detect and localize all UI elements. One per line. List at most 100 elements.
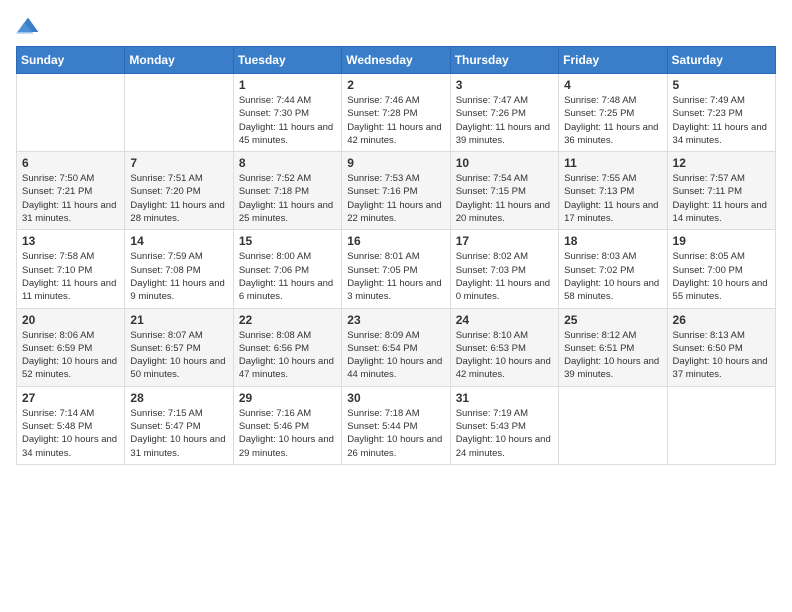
day-info: Sunrise: 7:52 AM Sunset: 7:18 PM Dayligh… (239, 172, 336, 225)
page-header (16, 16, 776, 36)
calendar-cell: 11 Sunrise: 7:55 AM Sunset: 7:13 PM Dayli… (559, 152, 667, 230)
calendar-cell: 25 Sunrise: 8:12 AM Sunset: 6:51 PM Dayli… (559, 308, 667, 386)
day-info: Sunrise: 8:06 AM Sunset: 6:59 PM Dayligh… (22, 329, 119, 382)
day-number: 19 (673, 234, 770, 248)
calendar-week-4: 20 Sunrise: 8:06 AM Sunset: 6:59 PM Dayli… (17, 308, 776, 386)
calendar-week-3: 13 Sunrise: 7:58 AM Sunset: 7:10 PM Dayli… (17, 230, 776, 308)
calendar-cell: 12 Sunrise: 7:57 AM Sunset: 7:11 PM Dayli… (667, 152, 775, 230)
calendar-cell: 17 Sunrise: 8:02 AM Sunset: 7:03 PM Dayli… (450, 230, 558, 308)
day-number: 13 (22, 234, 119, 248)
day-info: Sunrise: 8:00 AM Sunset: 7:06 PM Dayligh… (239, 250, 336, 303)
calendar-cell: 3 Sunrise: 7:47 AM Sunset: 7:26 PM Daylig… (450, 74, 558, 152)
day-number: 24 (456, 313, 553, 327)
day-number: 12 (673, 156, 770, 170)
logo (16, 16, 44, 36)
day-info: Sunrise: 8:10 AM Sunset: 6:53 PM Dayligh… (456, 329, 553, 382)
day-number: 14 (130, 234, 227, 248)
calendar-cell: 23 Sunrise: 8:09 AM Sunset: 6:54 PM Dayli… (342, 308, 450, 386)
calendar-cell: 13 Sunrise: 7:58 AM Sunset: 7:10 PM Dayli… (17, 230, 125, 308)
weekday-header-wednesday: Wednesday (342, 47, 450, 74)
day-number: 27 (22, 391, 119, 405)
calendar-cell: 2 Sunrise: 7:46 AM Sunset: 7:28 PM Daylig… (342, 74, 450, 152)
day-number: 8 (239, 156, 336, 170)
weekday-header-tuesday: Tuesday (233, 47, 341, 74)
calendar-cell: 1 Sunrise: 7:44 AM Sunset: 7:30 PM Daylig… (233, 74, 341, 152)
calendar-table: SundayMondayTuesdayWednesdayThursdayFrid… (16, 46, 776, 465)
day-info: Sunrise: 7:44 AM Sunset: 7:30 PM Dayligh… (239, 94, 336, 147)
day-number: 6 (22, 156, 119, 170)
calendar-week-1: 1 Sunrise: 7:44 AM Sunset: 7:30 PM Daylig… (17, 74, 776, 152)
day-number: 28 (130, 391, 227, 405)
day-number: 1 (239, 78, 336, 92)
day-number: 11 (564, 156, 661, 170)
weekday-header-saturday: Saturday (667, 47, 775, 74)
calendar-cell: 21 Sunrise: 8:07 AM Sunset: 6:57 PM Dayli… (125, 308, 233, 386)
day-info: Sunrise: 7:16 AM Sunset: 5:46 PM Dayligh… (239, 407, 336, 460)
day-info: Sunrise: 7:55 AM Sunset: 7:13 PM Dayligh… (564, 172, 661, 225)
weekday-header-sunday: Sunday (17, 47, 125, 74)
day-number: 29 (239, 391, 336, 405)
day-number: 23 (347, 313, 444, 327)
calendar-cell: 27 Sunrise: 7:14 AM Sunset: 5:48 PM Dayli… (17, 386, 125, 464)
calendar-cell: 4Sunrise: 7:48 AM Sunset: 7:25 PM Daylig… (559, 74, 667, 152)
day-info: Sunrise: 8:03 AM Sunset: 7:02 PM Dayligh… (564, 250, 661, 303)
day-info: Sunrise: 7:14 AM Sunset: 5:48 PM Dayligh… (22, 407, 119, 460)
day-info: Sunrise: 7:59 AM Sunset: 7:08 PM Dayligh… (130, 250, 227, 303)
day-info: Sunrise: 7:46 AM Sunset: 7:28 PM Dayligh… (347, 94, 444, 147)
calendar-cell: 20 Sunrise: 8:06 AM Sunset: 6:59 PM Dayli… (17, 308, 125, 386)
day-number: 9 (347, 156, 444, 170)
day-info: Sunrise: 7:18 AM Sunset: 5:44 PM Dayligh… (347, 407, 444, 460)
calendar-cell: 24 Sunrise: 8:10 AM Sunset: 6:53 PM Dayli… (450, 308, 558, 386)
day-number: 5 (673, 78, 770, 92)
calendar-cell: 28 Sunrise: 7:15 AM Sunset: 5:47 PM Dayli… (125, 386, 233, 464)
day-number: 30 (347, 391, 444, 405)
day-number: 21 (130, 313, 227, 327)
day-info: Sunrise: 7:51 AM Sunset: 7:20 PM Dayligh… (130, 172, 227, 225)
day-info: Sunrise: 7:49 AM Sunset: 7:23 PM Dayligh… (673, 94, 770, 147)
day-info: Sunrise: 8:05 AM Sunset: 7:00 PM Dayligh… (673, 250, 770, 303)
calendar-cell: 7 Sunrise: 7:51 AM Sunset: 7:20 PM Daylig… (125, 152, 233, 230)
day-info: Sunrise: 7:58 AM Sunset: 7:10 PM Dayligh… (22, 250, 119, 303)
calendar-cell: 14 Sunrise: 7:59 AM Sunset: 7:08 PM Dayli… (125, 230, 233, 308)
logo-icon (16, 16, 40, 36)
calendar-cell (125, 74, 233, 152)
day-number: 22 (239, 313, 336, 327)
day-info: Sunrise: 7:57 AM Sunset: 7:11 PM Dayligh… (673, 172, 770, 225)
day-info: Sunrise: 8:01 AM Sunset: 7:05 PM Dayligh… (347, 250, 444, 303)
weekday-header-monday: Monday (125, 47, 233, 74)
day-number: 17 (456, 234, 553, 248)
day-number: 26 (673, 313, 770, 327)
calendar-cell: 22 Sunrise: 8:08 AM Sunset: 6:56 PM Dayli… (233, 308, 341, 386)
day-info: Sunrise: 7:15 AM Sunset: 5:47 PM Dayligh… (130, 407, 227, 460)
calendar-cell: 18 Sunrise: 8:03 AM Sunset: 7:02 PM Dayli… (559, 230, 667, 308)
calendar-cell: 5 Sunrise: 7:49 AM Sunset: 7:23 PM Daylig… (667, 74, 775, 152)
calendar-cell: 9Sunrise: 7:53 AM Sunset: 7:16 PM Daylig… (342, 152, 450, 230)
day-info: Sunrise: 8:08 AM Sunset: 6:56 PM Dayligh… (239, 329, 336, 382)
day-number: 4 (564, 78, 661, 92)
day-number: 3 (456, 78, 553, 92)
day-info: Sunrise: 7:54 AM Sunset: 7:15 PM Dayligh… (456, 172, 553, 225)
day-info: Sunrise: 8:02 AM Sunset: 7:03 PM Dayligh… (456, 250, 553, 303)
day-info: Sunrise: 8:09 AM Sunset: 6:54 PM Dayligh… (347, 329, 444, 382)
calendar-cell (17, 74, 125, 152)
day-number: 7 (130, 156, 227, 170)
weekday-header-thursday: Thursday (450, 47, 558, 74)
day-number: 18 (564, 234, 661, 248)
calendar-cell: 31Sunrise: 7:19 AM Sunset: 5:43 PM Dayli… (450, 386, 558, 464)
day-number: 25 (564, 313, 661, 327)
day-info: Sunrise: 8:13 AM Sunset: 6:50 PM Dayligh… (673, 329, 770, 382)
calendar-cell: 10 Sunrise: 7:54 AM Sunset: 7:15 PM Dayli… (450, 152, 558, 230)
calendar-cell: 30 Sunrise: 7:18 AM Sunset: 5:44 PM Dayli… (342, 386, 450, 464)
day-info: Sunrise: 8:12 AM Sunset: 6:51 PM Dayligh… (564, 329, 661, 382)
day-number: 20 (22, 313, 119, 327)
calendar-cell (559, 386, 667, 464)
day-number: 2 (347, 78, 444, 92)
day-info: Sunrise: 7:50 AM Sunset: 7:21 PM Dayligh… (22, 172, 119, 225)
day-number: 10 (456, 156, 553, 170)
calendar-cell: 16 Sunrise: 8:01 AM Sunset: 7:05 PM Dayli… (342, 230, 450, 308)
calendar-week-5: 27 Sunrise: 7:14 AM Sunset: 5:48 PM Dayli… (17, 386, 776, 464)
calendar-cell: 15Sunrise: 8:00 AM Sunset: 7:06 PM Dayli… (233, 230, 341, 308)
day-info: Sunrise: 7:47 AM Sunset: 7:26 PM Dayligh… (456, 94, 553, 147)
day-info: Sunrise: 8:07 AM Sunset: 6:57 PM Dayligh… (130, 329, 227, 382)
day-number: 16 (347, 234, 444, 248)
